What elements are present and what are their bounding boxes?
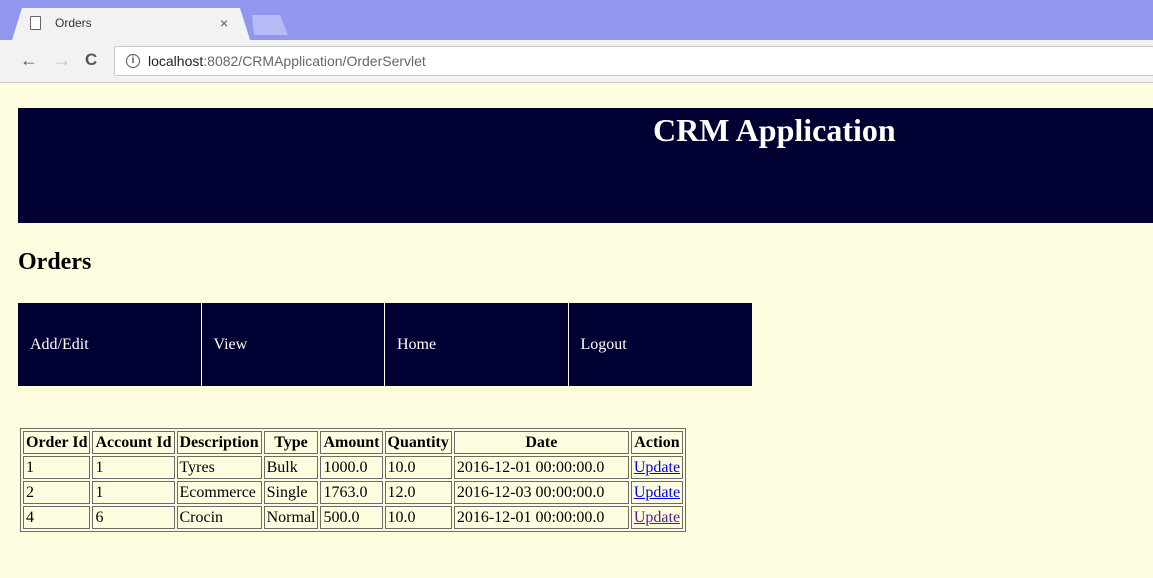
column-header-quantity: Quantity <box>384 431 452 454</box>
cell-date: 2016-12-03 00:00:00.0 <box>453 481 629 504</box>
back-icon[interactable]: ← <box>20 51 38 69</box>
cell-description: Tyres <box>176 456 262 479</box>
menu-item-home[interactable]: Home <box>385 303 569 386</box>
cell-quantity: 10.0 <box>384 456 452 479</box>
address-bar[interactable]: i localhost:8082/CRMApplication/OrderSer… <box>114 46 1153 76</box>
cell-amount: 1763.0 <box>320 481 383 504</box>
update-link[interactable]: Update <box>634 459 680 476</box>
menu-item-logout[interactable]: Logout <box>568 303 752 386</box>
cell-date: 2016-12-01 00:00:00.0 <box>453 456 629 479</box>
browser-tabstrip: Orders × <box>0 0 1153 40</box>
cell-description: Ecommerce <box>176 481 262 504</box>
update-link[interactable]: Update <box>634 509 680 526</box>
column-header-date: Date <box>453 431 629 454</box>
column-header-order-id: Order Id <box>23 431 91 454</box>
menu-item-view[interactable]: View <box>201 303 385 386</box>
browser-toolbar: ← → C i localhost:8082/CRMApplication/Or… <box>0 40 1153 83</box>
cell-type: Single <box>263 481 319 504</box>
info-icon[interactable]: i <box>126 54 140 68</box>
column-header-account-id: Account Id <box>92 431 175 454</box>
url-text: localhost:8082/CRMApplication/OrderServl… <box>148 47 426 75</box>
table-row: 4 6 Crocin Normal 500.0 10.0 2016-12-01 … <box>23 506 684 529</box>
cell-quantity: 10.0 <box>384 506 452 529</box>
cell-type: Normal <box>263 506 319 529</box>
table-row: 2 1 Ecommerce Single 1763.0 12.0 2016-12… <box>23 481 684 504</box>
nav-menu: Add/Edit View Home Logout <box>18 303 752 386</box>
cell-description: Crocin <box>176 506 262 529</box>
cell-account-id: 1 <box>92 481 175 504</box>
cell-order-id: 1 <box>23 456 91 479</box>
cell-order-id: 4 <box>23 506 91 529</box>
cell-amount: 500.0 <box>320 506 383 529</box>
table-row: 1 1 Tyres Bulk 1000.0 10.0 2016-12-01 00… <box>23 456 684 479</box>
tab-title: Orders <box>55 16 92 30</box>
cell-account-id: 1 <box>92 456 175 479</box>
url-host: localhost <box>148 53 204 69</box>
app-title: CRM Application <box>653 112 896 148</box>
table-header-row: Order Id Account Id Description Type Amo… <box>23 431 684 454</box>
page-title: Orders <box>18 249 92 275</box>
cell-quantity: 12.0 <box>384 481 452 504</box>
update-link[interactable]: Update <box>634 484 680 501</box>
browser-tab[interactable]: Orders × <box>12 8 250 40</box>
column-header-description: Description <box>176 431 262 454</box>
cell-amount: 1000.0 <box>320 456 383 479</box>
cell-account-id: 6 <box>92 506 175 529</box>
reload-icon[interactable]: C <box>85 51 97 69</box>
cell-type: Bulk <box>263 456 319 479</box>
cell-date: 2016-12-01 00:00:00.0 <box>453 506 629 529</box>
column-header-type: Type <box>263 431 319 454</box>
column-header-amount: Amount <box>320 431 383 454</box>
app-header: CRM Application <box>18 108 1153 223</box>
page-icon <box>30 16 41 30</box>
cell-action: Update <box>630 456 684 479</box>
cell-order-id: 2 <box>23 481 91 504</box>
menu-item-add-edit[interactable]: Add/Edit <box>18 303 202 386</box>
orders-table: Order Id Account Id Description Type Amo… <box>20 428 687 532</box>
column-header-action: Action <box>630 431 684 454</box>
tab-close-icon[interactable]: × <box>220 15 228 31</box>
cell-action: Update <box>630 506 684 529</box>
url-path: :8082/CRMApplication/OrderServlet <box>203 53 426 69</box>
new-tab-button[interactable] <box>252 15 288 35</box>
cell-action: Update <box>630 481 684 504</box>
forward-icon[interactable]: → <box>53 51 71 69</box>
